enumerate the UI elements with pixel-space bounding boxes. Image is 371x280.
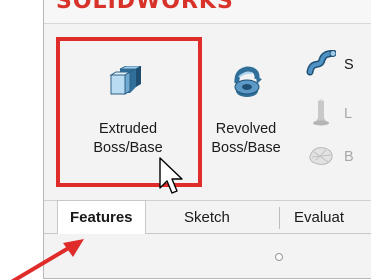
revolved-label-line1: Revolved bbox=[215, 121, 277, 137]
swept-boss-icon bbox=[306, 49, 337, 80]
extruded-label-line1: Extruded bbox=[98, 121, 158, 137]
bottom-strip bbox=[44, 234, 371, 279]
swept-boss-base-button[interactable]: S bbox=[306, 49, 354, 80]
tab-features[interactable]: Features bbox=[57, 200, 146, 235]
lofted-boss-base-button[interactable]: L bbox=[306, 98, 352, 130]
boundary-boss-icon bbox=[306, 142, 336, 172]
extruded-label-line2: Boss/Base bbox=[93, 140, 163, 156]
boundary-boss-label: B bbox=[344, 149, 354, 165]
command-manager-tabs: Features Sketch Evaluat bbox=[44, 200, 371, 235]
scroll-indicator-dot[interactable] bbox=[275, 253, 283, 261]
command-manager-ribbon: Extruded Boss/Base Revolved Boss/Base S … bbox=[44, 24, 371, 200]
revolved-label-line2: Boss/Base bbox=[211, 140, 281, 156]
title-strip: SOLIDWORKS bbox=[44, 0, 371, 24]
extruded-boss-icon bbox=[108, 65, 143, 102]
revolved-boss-base-button[interactable]: Revolved Boss/Base bbox=[194, 40, 306, 186]
swept-boss-label: S bbox=[344, 57, 354, 73]
boundary-boss-base-button[interactable]: B bbox=[306, 142, 354, 172]
lofted-boss-label: L bbox=[344, 106, 353, 122]
tab-evaluate[interactable]: Evaluat bbox=[282, 201, 356, 235]
tab-sketch[interactable]: Sketch bbox=[172, 201, 242, 235]
solidworks-window: SOLIDWORKS Extruded Boss/Base Revolved B… bbox=[43, 0, 371, 279]
tab-separator bbox=[279, 207, 280, 229]
extruded-boss-base-button[interactable]: Extruded Boss/Base bbox=[63, 40, 193, 186]
extruded-boss-label: Extruded Boss/Base bbox=[63, 120, 193, 158]
app-logo: SOLIDWORKS bbox=[56, 0, 234, 14]
revolved-boss-label: Revolved Boss/Base bbox=[190, 120, 302, 158]
revolved-boss-icon bbox=[230, 65, 264, 105]
bottom-border bbox=[44, 278, 371, 279]
lofted-boss-icon bbox=[306, 98, 336, 130]
